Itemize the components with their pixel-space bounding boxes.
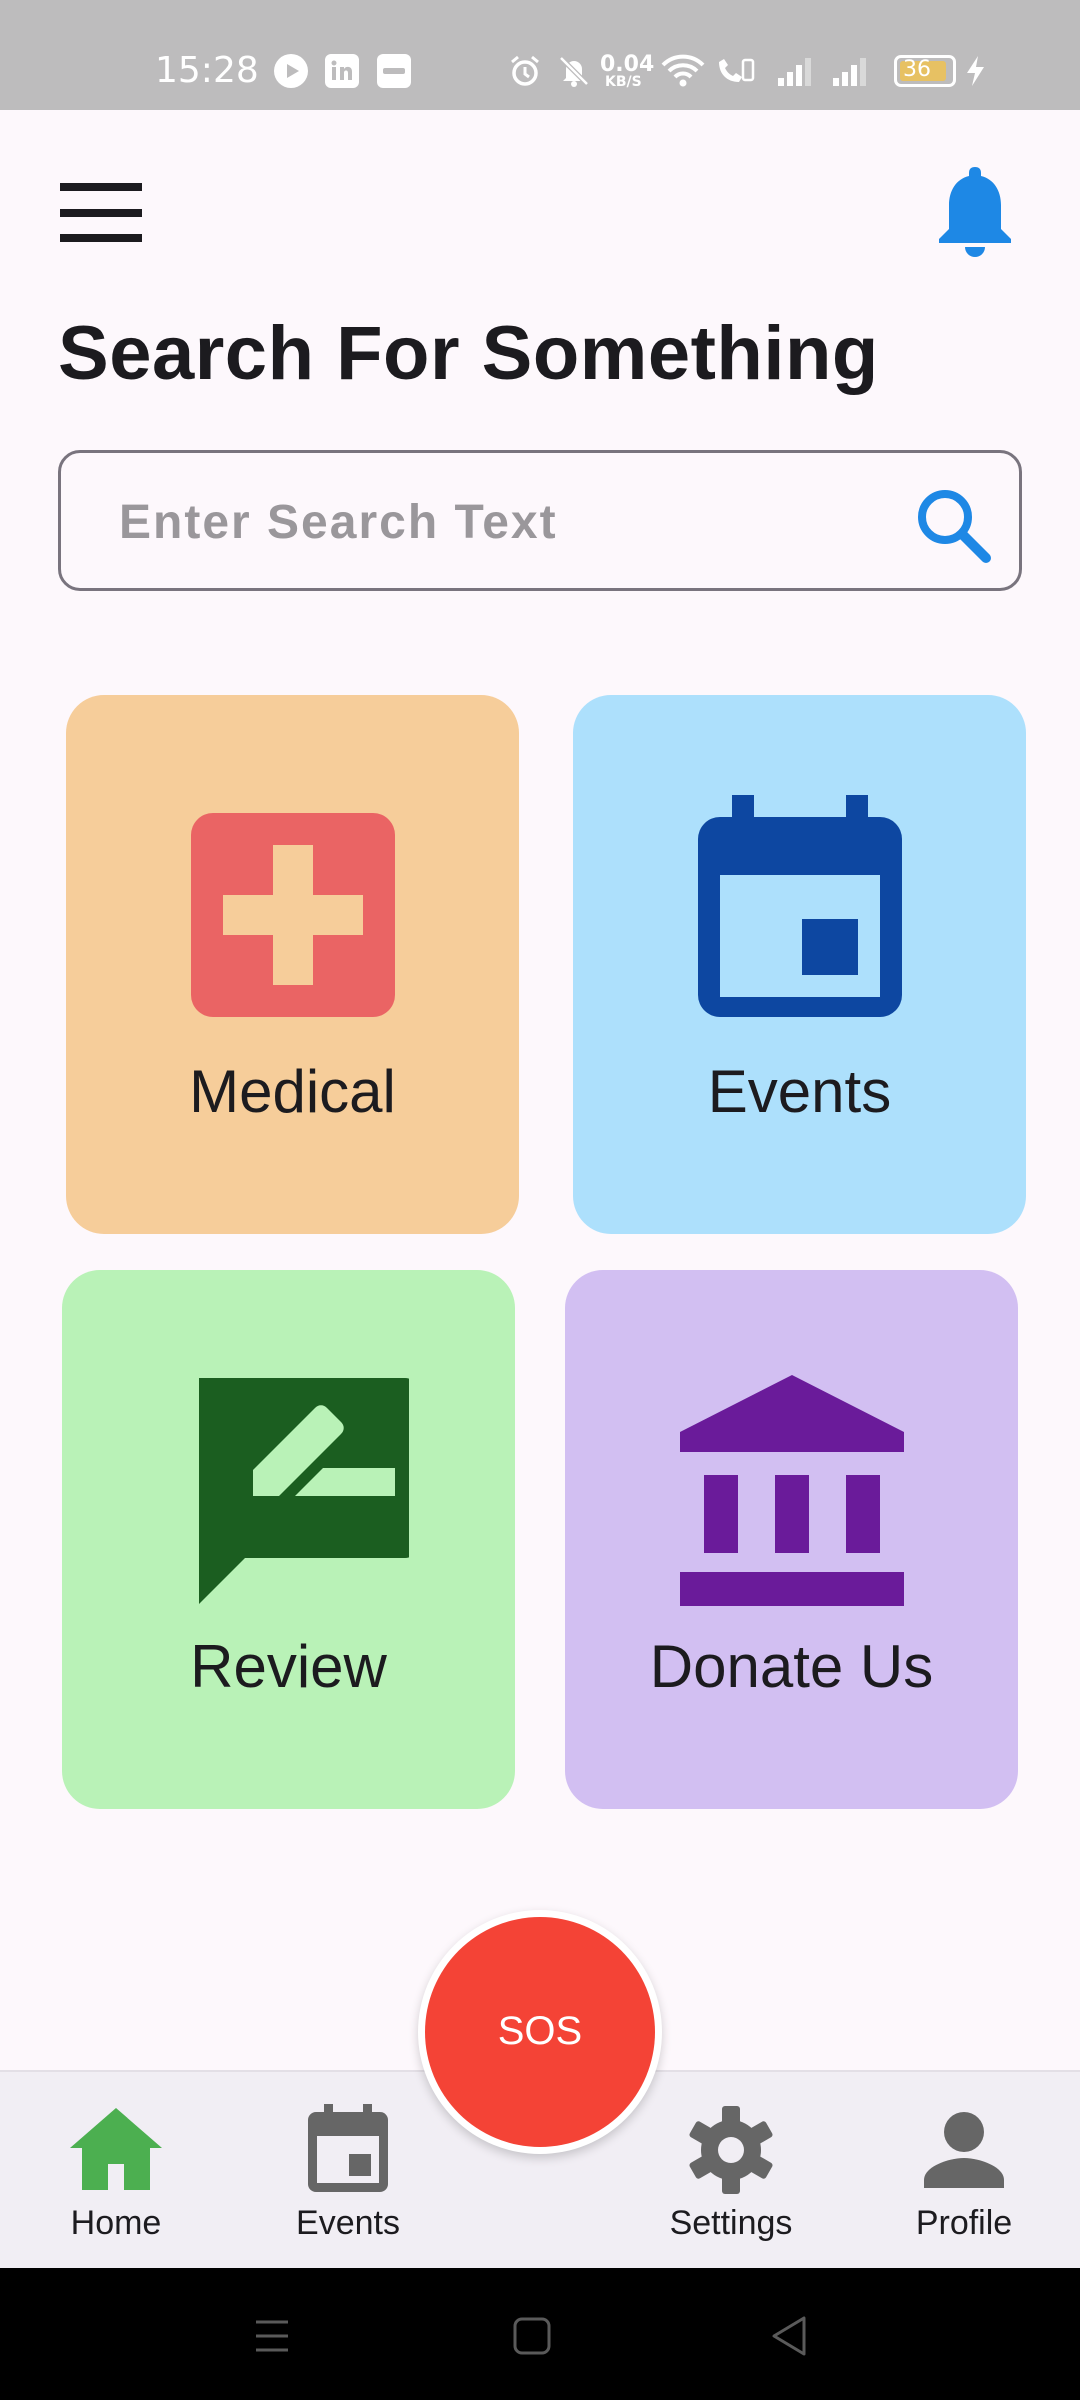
card-label-events: Events	[707, 1058, 892, 1125]
alarm-icon	[508, 54, 542, 88]
nav-label-profile: Profile	[915, 2204, 1013, 2242]
network-speed-unit: KB/S	[605, 74, 642, 90]
card-events[interactable]: Events	[573, 695, 1026, 1234]
card-medical[interactable]: Medical	[66, 695, 519, 1234]
recents-icon[interactable]	[242, 2306, 302, 2366]
sos-label: SOS	[497, 2009, 583, 2053]
calendar-icon	[680, 795, 920, 1035]
volte-icon	[713, 54, 757, 88]
card-donate[interactable]: Donate Us	[565, 1270, 1018, 1809]
card-label-medical: Medical	[189, 1058, 396, 1125]
nav-item-profile[interactable]: Profile	[864, 2102, 1064, 2252]
nav-item-events[interactable]: Events	[248, 2102, 448, 2252]
home-square-icon[interactable]	[502, 2306, 562, 2366]
page-title: Search For Something	[58, 311, 879, 396]
charging-icon	[964, 54, 988, 88]
sos-button[interactable]: SOS	[418, 1910, 662, 2154]
wifi-icon	[660, 54, 706, 88]
nav-label-home: Home	[70, 2204, 162, 2242]
nav-label-settings: Settings	[669, 2204, 793, 2242]
medical-cross-icon	[173, 795, 413, 1035]
search-input[interactable]	[119, 487, 909, 557]
search-box[interactable]	[58, 450, 1022, 591]
play-icon	[274, 54, 308, 88]
person-icon	[916, 2102, 1012, 2198]
back-triangle-icon[interactable]	[760, 2306, 820, 2366]
status-bar: 15:28 0.04 KB/S 36	[0, 0, 1080, 110]
status-time: 15:28	[155, 50, 259, 91]
card-label-donate: Donate Us	[649, 1633, 934, 1700]
gear-icon	[683, 2102, 779, 2198]
card-review[interactable]: Review	[62, 1270, 515, 1809]
mute-icon	[557, 54, 591, 88]
paytm-icon	[377, 54, 411, 88]
home-icon	[68, 2102, 164, 2198]
nav-label-events: Events	[296, 2204, 400, 2242]
search-icon[interactable]	[911, 483, 995, 567]
hamburger-menu-icon[interactable]	[60, 183, 144, 243]
card-label-review: Review	[190, 1633, 387, 1700]
battery-icon: 36	[894, 55, 956, 87]
bell-icon[interactable]	[935, 165, 1015, 261]
nav-item-settings[interactable]: Settings	[631, 2102, 831, 2252]
rate-review-icon	[169, 1370, 417, 1610]
nav-item-home[interactable]: Home	[16, 2102, 216, 2252]
signal-icon	[831, 54, 871, 88]
bank-icon	[672, 1370, 912, 1610]
battery-level: 36	[903, 57, 931, 82]
system-nav-bar	[0, 2268, 1080, 2400]
calendar-icon	[300, 2102, 396, 2198]
linkedin-icon	[325, 54, 359, 88]
signal-icon	[776, 54, 816, 88]
